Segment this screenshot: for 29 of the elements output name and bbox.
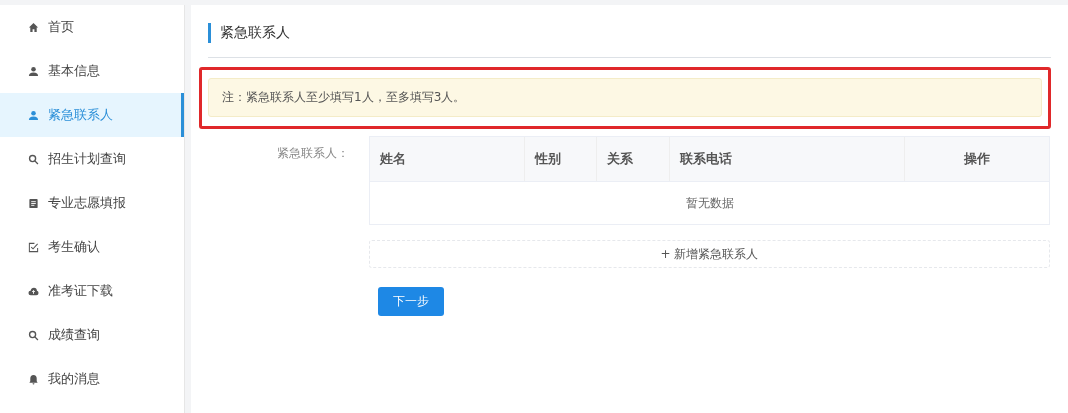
- sidebar-item[interactable]: 考生确认: [0, 225, 184, 269]
- document-icon: [28, 197, 39, 209]
- search-icon: [28, 329, 39, 341]
- bell-icon: [28, 373, 39, 385]
- sidebar-item[interactable]: 准考证下载: [0, 269, 184, 313]
- column-header: 操作: [963, 150, 991, 168]
- search-icon: [28, 153, 39, 165]
- title-accent-bar: [208, 23, 211, 43]
- cloud-icon: [28, 285, 39, 297]
- checkbox-icon: [28, 241, 39, 253]
- notice-banner: 注：紧急联系人至少填写1人，至多填写3人。: [208, 78, 1042, 117]
- sidebar-item[interactable]: 我的消息: [0, 357, 184, 401]
- sidebar-item[interactable]: 招生计划查询: [0, 137, 184, 181]
- section-title: 紧急联系人: [220, 24, 290, 42]
- add-contact-button[interactable]: + 新增紧急联系人: [369, 240, 1050, 268]
- sidebar-item[interactable]: 基本信息: [0, 49, 184, 93]
- person-icon: [28, 109, 39, 121]
- sidebar-item[interactable]: 首页: [0, 5, 184, 49]
- column-header: 姓名: [370, 137, 525, 181]
- column-header: 性别: [525, 137, 597, 181]
- empty-message: 暂无数据: [685, 194, 734, 212]
- next-button[interactable]: 下一步: [378, 287, 444, 316]
- column-header: 关系: [597, 137, 670, 181]
- form-label: 紧急联系人：: [276, 145, 350, 162]
- column-header: 联系电话: [670, 137, 905, 181]
- sidebar-item[interactable]: 成绩查询: [0, 313, 184, 357]
- sidebar-item[interactable]: 专业志愿填报: [0, 181, 184, 225]
- home-icon: [28, 21, 39, 33]
- person-icon: [28, 65, 39, 77]
